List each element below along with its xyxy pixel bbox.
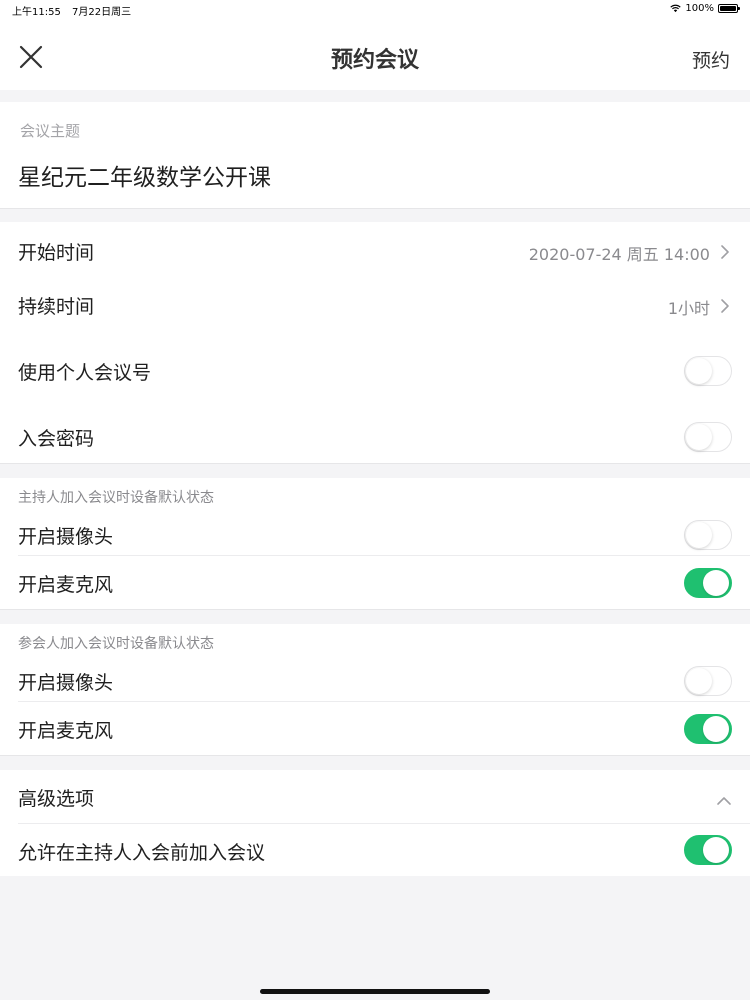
join-before-host-label: 允许在主持人入会前加入会议 bbox=[18, 842, 266, 864]
join-before-host-toggle[interactable] bbox=[684, 835, 732, 865]
battery-icon bbox=[718, 4, 740, 13]
start-time-label: 开始时间 bbox=[18, 242, 95, 264]
password-toggle[interactable] bbox=[684, 422, 732, 452]
topic-label: 会议主题 bbox=[20, 122, 81, 140]
participant-camera-row: 开启摄像头 bbox=[0, 662, 750, 702]
join-before-host-row: 允许在主持人入会前加入会议 bbox=[0, 830, 750, 870]
schedule-button[interactable]: 预约 bbox=[692, 46, 730, 73]
host-defaults-caption: 主持人加入会议时设备默认状态 bbox=[18, 490, 214, 506]
divider bbox=[18, 555, 750, 556]
topic-section: 会议主题 星纪元二年级数学公开课 bbox=[0, 102, 750, 209]
host-camera-toggle[interactable] bbox=[684, 520, 732, 550]
advanced-options-row[interactable]: 高级选项 bbox=[0, 776, 750, 816]
personal-id-label: 使用个人会议号 bbox=[18, 362, 152, 384]
status-date: 7月22日周三 bbox=[72, 7, 132, 18]
topic-input[interactable]: 星纪元二年级数学公开课 bbox=[18, 158, 271, 192]
settings-section: 开始时间 2020-07-24 周五 14:00 持续时间 1小时 使用个人会议… bbox=[0, 222, 750, 464]
host-mic-row: 开启麦克风 bbox=[0, 564, 750, 604]
divider bbox=[18, 823, 750, 824]
chevron-right-icon bbox=[721, 299, 729, 313]
participant-camera-label: 开启摄像头 bbox=[18, 672, 114, 694]
host-defaults-section: 主持人加入会议时设备默认状态 开启摄像头 开启麦克风 bbox=[0, 478, 750, 610]
host-mic-label: 开启麦克风 bbox=[18, 574, 114, 596]
participant-mic-label: 开启麦克风 bbox=[18, 720, 114, 742]
duration-value: 1小时 bbox=[667, 299, 710, 318]
participant-defaults-section: 参会人加入会议时设备默认状态 开启摄像头 开启麦克风 bbox=[0, 624, 750, 756]
password-row: 入会密码 bbox=[0, 418, 750, 458]
status-right: 100% bbox=[670, 3, 740, 14]
battery-percent: 100% bbox=[685, 3, 714, 14]
chevron-right-icon bbox=[721, 245, 729, 259]
host-mic-toggle[interactable] bbox=[684, 568, 732, 598]
divider bbox=[18, 701, 750, 702]
participant-defaults-caption: 参会人加入会议时设备默认状态 bbox=[18, 636, 214, 652]
status-bar: 上午11:55 7月22日周三 100% bbox=[0, 0, 750, 18]
start-time-value: 2020-07-24 周五 14:00 bbox=[528, 245, 710, 264]
start-time-row[interactable]: 开始时间 2020-07-24 周五 14:00 bbox=[0, 234, 750, 274]
status-time: 上午11:55 bbox=[12, 7, 61, 18]
duration-row[interactable]: 持续时间 1小时 bbox=[0, 288, 750, 328]
advanced-section: 高级选项 允许在主持人入会前加入会议 bbox=[0, 770, 750, 876]
host-camera-label: 开启摄像头 bbox=[18, 526, 114, 548]
home-indicator bbox=[260, 989, 490, 994]
personal-id-row: 使用个人会议号 bbox=[0, 352, 750, 392]
participant-camera-toggle[interactable] bbox=[684, 666, 732, 696]
personal-id-toggle[interactable] bbox=[684, 356, 732, 386]
duration-label: 持续时间 bbox=[18, 296, 95, 318]
page-title: 预约会议 bbox=[330, 48, 419, 73]
host-camera-row: 开启摄像头 bbox=[0, 516, 750, 556]
participant-mic-toggle[interactable] bbox=[684, 714, 732, 744]
status-left: 上午11:55 7月22日周三 bbox=[12, 3, 139, 18]
participant-mic-row: 开启麦克风 bbox=[0, 710, 750, 750]
advanced-options-label: 高级选项 bbox=[18, 788, 95, 810]
chevron-up-icon[interactable] bbox=[716, 796, 732, 806]
wifi-icon bbox=[670, 4, 682, 13]
nav-bar: 预约会议 预约 bbox=[0, 18, 750, 90]
password-label: 入会密码 bbox=[18, 428, 95, 450]
